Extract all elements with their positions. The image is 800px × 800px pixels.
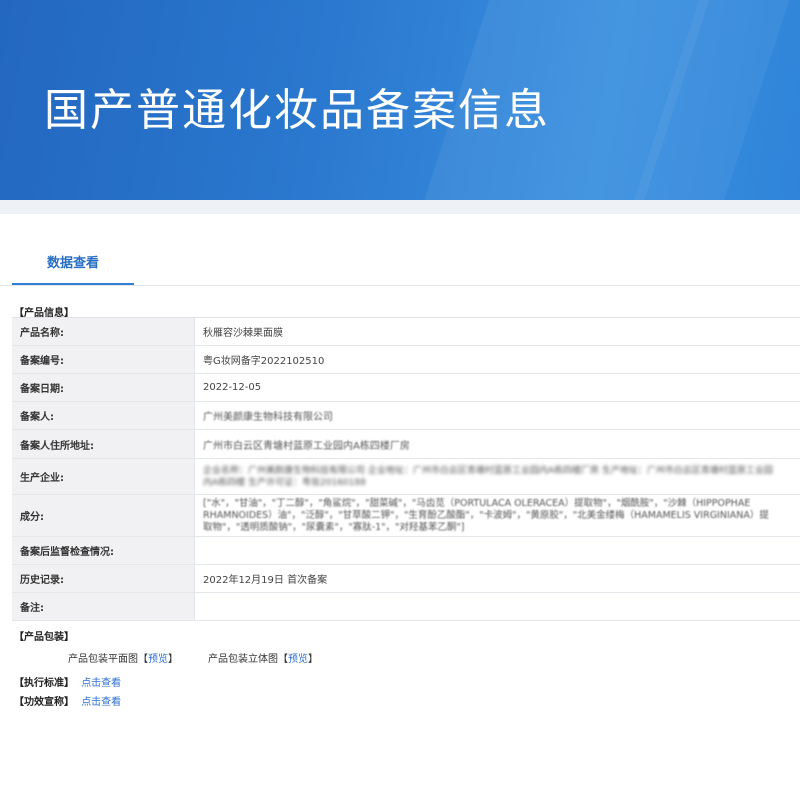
row-label: 成分: [12, 494, 195, 537]
packaging-3d-item: 产品包装立体图【预览】 [208, 650, 318, 665]
packaging-heading: 【产品包装】 [14, 632, 74, 643]
ingredients-value: ["水"，"甘油"，"丁二醇"，"角鲨烷"，"甜菜碱"，"马齿苋（PORTULA… [203, 497, 769, 533]
table-row: 成分: ["水"，"甘油"，"丁二醇"，"角鲨烷"，"甜菜碱"，"马齿苋（POR… [12, 494, 800, 537]
table-row: 备案人: 广州美颜康生物科技有限公司 [12, 401, 800, 430]
page-banner: 国产普通化妆品备案信息 [0, 0, 800, 200]
manufacturer-value: 企业名称：广州美颜康生物科技有限公司 企业地址：广州市白云区青塘村蓝原工业园内A… [203, 465, 773, 488]
efficacy-view-link[interactable]: 点击查看 [81, 697, 121, 708]
table-row: 备案人住所地址: 广州市白云区青塘村蓝原工业园内A栋四楼厂房 [12, 429, 800, 459]
preview-flat-link[interactable]: 预览 [148, 654, 168, 665]
registration-date-value: 2022-12-05 [194, 373, 800, 402]
banner-divider [0, 200, 800, 214]
product-name-value: 秋雁容沙棘果面膜 [194, 317, 800, 346]
efficacy-label: 【功效宣称】 [14, 697, 74, 708]
row-label: 备案人住所地址: [12, 429, 195, 459]
packaging-flat-item: 产品包装平面图【预览】 [68, 650, 178, 665]
row-label: 备案后监督检查情况: [12, 536, 195, 565]
tab-bar-divider [0, 285, 800, 286]
remarks-value [194, 592, 800, 621]
row-label: 备案日期: [12, 373, 195, 402]
bracket: 【 [138, 654, 148, 665]
packaging-flat-label: 产品包装平面图 [68, 654, 138, 665]
page-title: 国产普通化妆品备案信息 [44, 85, 550, 136]
efficacy-row: 【功效宣称】 点击查看 [14, 693, 121, 708]
registration-number-value: 粤G妆网备字2022102510 [194, 345, 800, 374]
standard-view-link[interactable]: 点击查看 [81, 678, 121, 689]
tab-data-view[interactable]: 数据查看 [12, 240, 134, 284]
row-label: 备注: [12, 592, 195, 621]
row-label: 历史记录: [12, 564, 195, 593]
bracket: 】 [308, 654, 318, 665]
table-row: 备案后监督检查情况: [12, 536, 800, 565]
table-row: 历史记录: 2022年12月19日 首次备案 [12, 564, 800, 593]
standard-row: 【执行标准】 点击查看 [14, 674, 121, 689]
product-info-table: 产品名称: 秋雁容沙棘果面膜 备案编号: 粤G妆网备字2022102510 备案… [12, 317, 800, 621]
preview-3d-link[interactable]: 预览 [288, 654, 308, 665]
table-row: 产品名称: 秋雁容沙棘果面膜 [12, 317, 800, 346]
table-row: 备注: [12, 592, 800, 621]
standard-label: 【执行标准】 [14, 678, 74, 689]
table-row: 备案编号: 粤G妆网备字2022102510 [12, 345, 800, 374]
bracket: 】 [168, 654, 178, 665]
table-row: 生产企业: 企业名称：广州美颜康生物科技有限公司 企业地址：广州市白云区青塘村蓝… [12, 458, 800, 495]
table-row: 备案日期: 2022-12-05 [12, 373, 800, 402]
registrant-value: 广州美颜康生物科技有限公司 [203, 412, 333, 423]
row-label: 备案编号: [12, 345, 195, 374]
row-label: 生产企业: [12, 458, 195, 495]
history-value: 2022年12月19日 首次备案 [194, 564, 800, 593]
row-label: 产品名称: [12, 317, 195, 346]
packaging-3d-label: 产品包装立体图 [208, 654, 278, 665]
inspection-status-value [194, 536, 800, 565]
tab-bar: 数据查看 [0, 240, 800, 286]
row-label: 备案人: [12, 401, 195, 430]
bracket: 【 [278, 654, 288, 665]
registrant-address-value: 广州市白云区青塘村蓝原工业园内A栋四楼厂房 [203, 440, 410, 452]
